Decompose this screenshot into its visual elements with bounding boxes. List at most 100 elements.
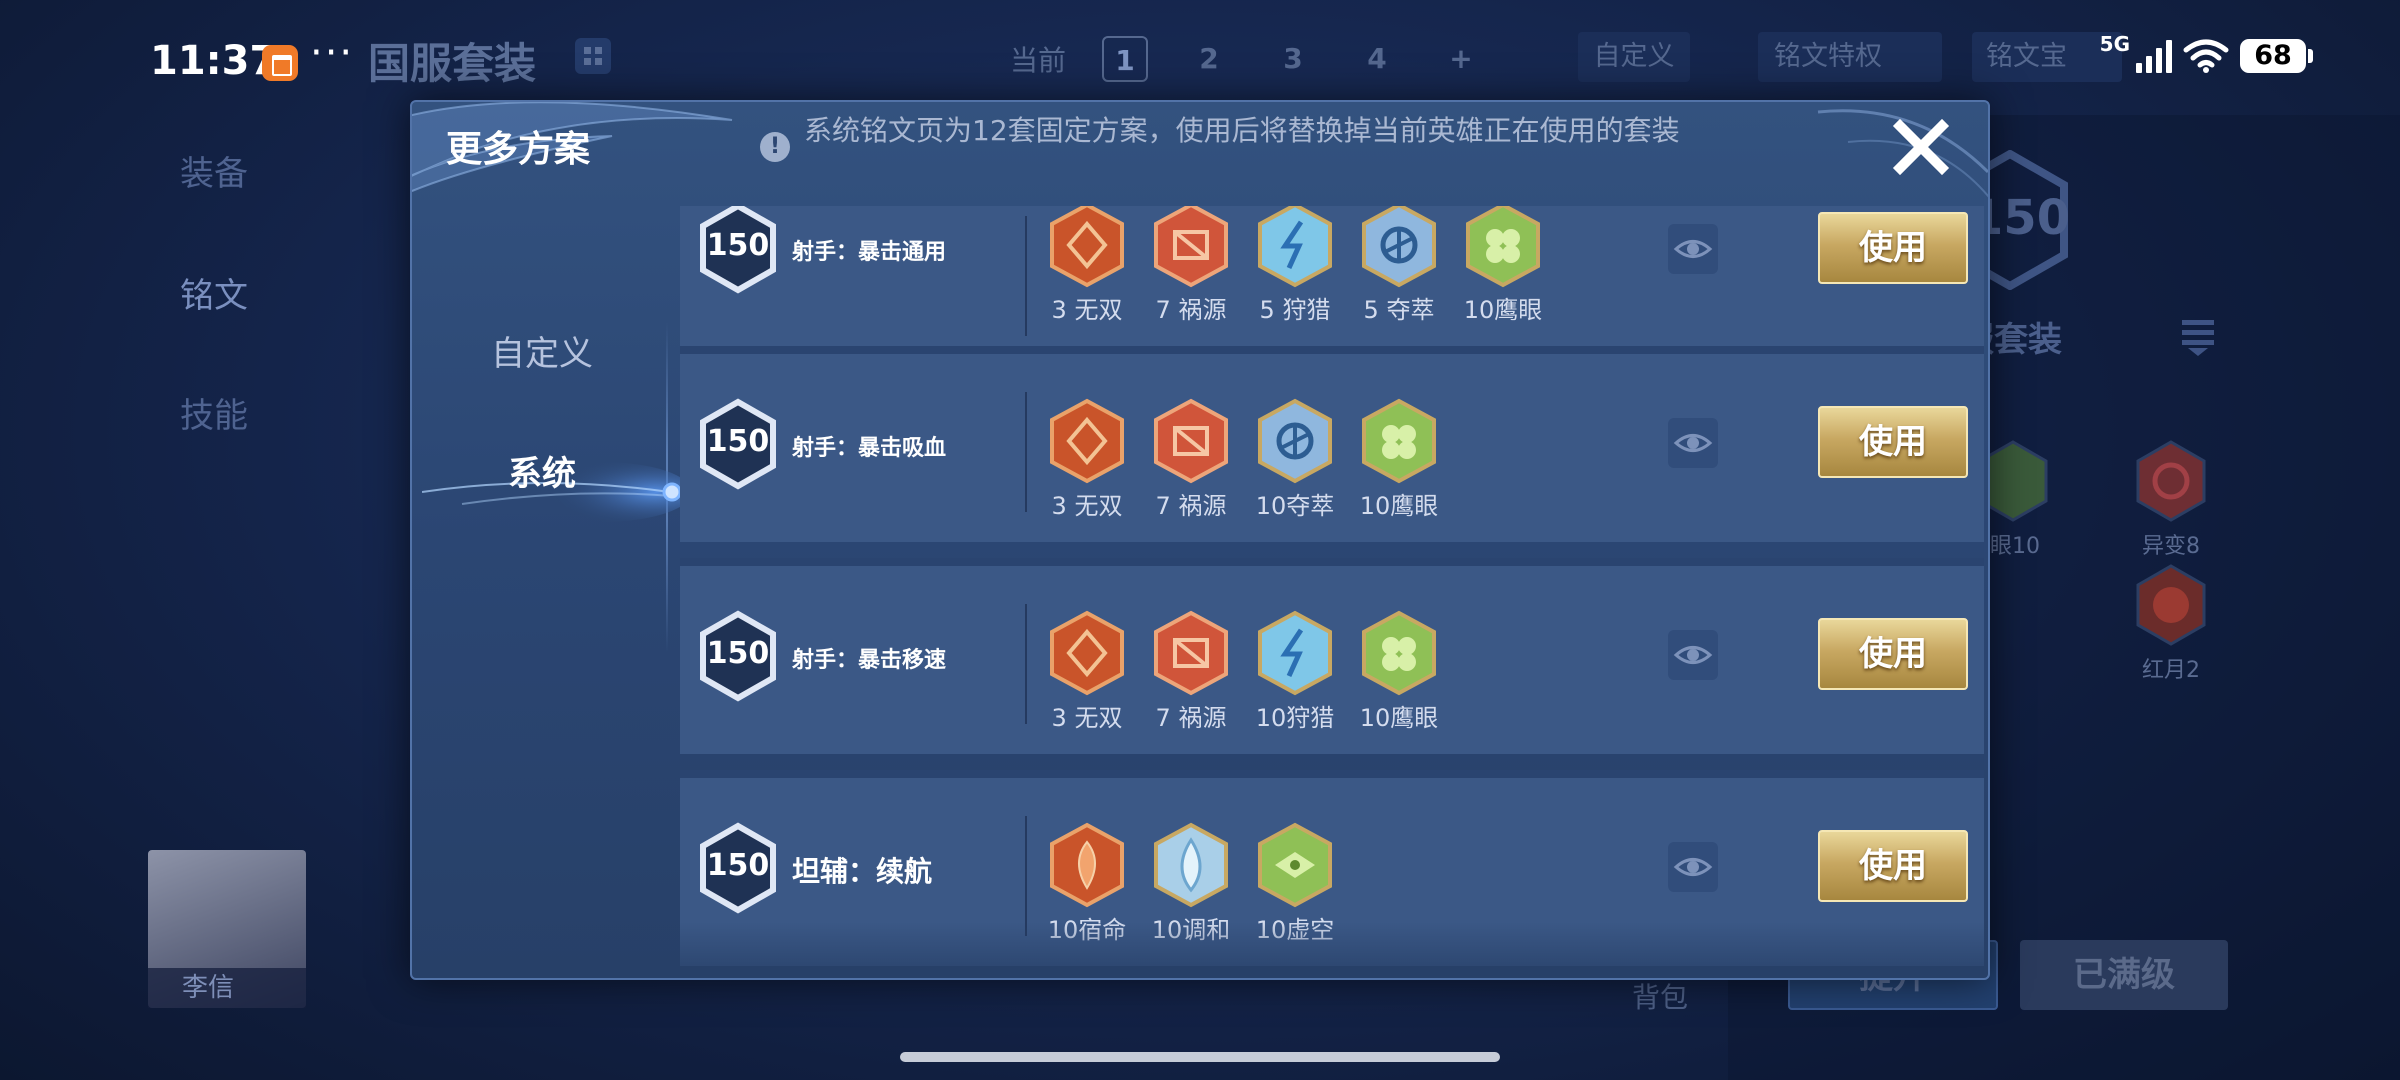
rune-item: 10鹰眼 [1451, 206, 1555, 325]
rune-item: 7 祸源 [1139, 206, 1243, 325]
rune-suming-icon [1050, 822, 1124, 908]
use-button[interactable]: 使用 [1818, 830, 1968, 902]
page-1-button[interactable]: 1 [1102, 36, 1149, 82]
nav-skills[interactable]: 技能 [180, 388, 248, 437]
rune-item: 3 无双 [1035, 398, 1139, 521]
rune-label: 10鹰眼 [1359, 492, 1439, 520]
rune-tiaohe-icon [1154, 822, 1228, 908]
preview-eye-icon[interactable] [1668, 418, 1718, 468]
tab-system[interactable]: 系统 [412, 446, 672, 495]
rune-label: 7 祸源 [1155, 296, 1227, 324]
rune-wushuang-icon [1050, 206, 1124, 288]
page-4-button[interactable]: 4 [1354, 36, 1400, 82]
page-3-button[interactable]: 3 [1270, 36, 1316, 82]
rune-label: 5 狩猎 [1259, 296, 1331, 324]
rune-item: 10鹰眼 [1347, 398, 1451, 521]
rune-label: 3 无双 [1051, 492, 1123, 520]
custom-button[interactable]: 自定义 [1578, 32, 1690, 82]
rune-list: 3 无双 7 祸源 10夺萃 10鹰眼 [1035, 398, 1451, 521]
rune-privilege-button[interactable]: 铭文特权 [1758, 32, 1942, 82]
rune-wushuang-icon [1050, 398, 1124, 484]
home-indicator[interactable] [900, 1052, 1500, 1062]
rune-item: 10夺萃 [1243, 398, 1347, 521]
rune-yingyan-icon [1466, 206, 1540, 288]
rune-huoyuan-icon [1154, 610, 1228, 696]
rune-item: 7 祸源 [1139, 610, 1243, 733]
rune-label: 10夺萃 [1255, 492, 1335, 520]
preview-eye-icon[interactable] [1668, 842, 1718, 892]
page-2-button[interactable]: 2 [1186, 36, 1232, 82]
rune-item: 10鹰眼 [1347, 610, 1451, 733]
rune-label: 眼10 [1990, 534, 2040, 559]
app-notification-icon [262, 45, 298, 81]
rune-list: 3 无双 7 祸源 10狩猎 10鹰眼 [1035, 610, 1451, 733]
more-schemes-dialog: 更多方案 ! 系统铭文页为12套固定方案，使用后将替换掉当前英雄正在使用的套装 … [410, 100, 1990, 980]
preview-eye-icon[interactable] [1668, 224, 1718, 274]
preview-eye-icon[interactable] [1668, 630, 1718, 680]
row-divider [1025, 392, 1027, 512]
scheme-tabs: 自定义 系统 [412, 202, 684, 978]
signal-icon [2136, 39, 2172, 73]
rune-item: 5 狩猎 [1243, 206, 1347, 325]
status-icons: 5G 68 [2100, 32, 2313, 74]
scheme-row: 150 射手：暴击通用 3 无双 7 祸源 5 狩猎 5 夺萃 10鹰眼 使用 [680, 206, 1984, 346]
add-page-button[interactable]: + [1438, 36, 1484, 82]
rune-wushuang-icon [1050, 610, 1124, 696]
rune-yingyan-icon [1362, 398, 1436, 484]
notice-text: 系统铭文页为12套固定方案，使用后将替换掉当前英雄正在使用的套装 [804, 114, 1680, 147]
rune-item: 10狩猎 [1243, 610, 1347, 733]
rune-yingyan-icon [1362, 610, 1436, 696]
rune-list: 3 无双 7 祸源 5 狩猎 5 夺萃 10鹰眼 [1035, 206, 1555, 325]
row-divider [1025, 816, 1027, 936]
box-label: 铭文宝 [1986, 41, 2067, 72]
bag-label[interactable]: 背包 [1632, 976, 1688, 1016]
network-type: 5G [2099, 32, 2130, 56]
close-icon[interactable] [1890, 116, 1952, 178]
scheme-level: 150 [706, 424, 770, 459]
scheme-list[interactable]: 150 射手：暴击通用 3 无双 7 祸源 5 狩猎 5 夺萃 10鹰眼 使用 … [680, 206, 1984, 978]
wifi-icon [2183, 39, 2229, 73]
rune-shoulie-icon [1258, 610, 1332, 696]
row-divider [1025, 216, 1027, 336]
use-button[interactable]: 使用 [1818, 618, 1968, 690]
rune-label: 异变8 [2142, 534, 2200, 559]
scheme-row: 150 射手：暴击吸血 3 无双 7 祸源 10夺萃 10鹰眼 使用 [680, 346, 1984, 542]
dialog-title: 更多方案 [446, 129, 591, 170]
menu-icon[interactable] [2180, 316, 2216, 356]
rune-huoyuan-icon [1154, 206, 1228, 288]
rune-item: 7 祸源 [1139, 398, 1243, 521]
scroll-fade [680, 922, 1984, 978]
row-divider [1025, 604, 1027, 724]
nav-equipment[interactable]: 装备 [180, 146, 248, 195]
rune-duocui-icon [1258, 398, 1332, 484]
tab-custom[interactable]: 自定义 [412, 326, 672, 375]
scheme-row: 150 射手：暴击移速 3 无双 7 祸源 10狩猎 10鹰眼 使用 [680, 558, 1984, 754]
more-dots: ··· [310, 30, 355, 76]
rune-item: 3 无双 [1035, 610, 1139, 733]
scheme-name: 射手：暴击移速 [792, 648, 947, 673]
nav-runes[interactable]: 铭文 [180, 268, 248, 317]
scheme-level: 150 [706, 228, 770, 263]
current-label: 当前 [1010, 44, 1067, 77]
rune-label: 红月2 [2142, 658, 2200, 683]
rune-label: 10狩猎 [1255, 704, 1335, 732]
scheme-level: 150 [706, 636, 770, 671]
rune-xukong-icon [1258, 822, 1332, 908]
hero-name: 李信 [148, 968, 306, 1008]
scheme-level: 150 [706, 848, 770, 883]
rune-item: 5 夺萃 [1347, 206, 1451, 325]
privilege-label: 铭文特权 [1774, 41, 1882, 72]
rune-label: 7 祸源 [1155, 704, 1227, 732]
rune-label: 10鹰眼 [1463, 296, 1543, 324]
use-button[interactable]: 使用 [1818, 212, 1968, 284]
rune-label: 5 夺萃 [1363, 296, 1435, 324]
rune-label: 3 无双 [1051, 296, 1123, 324]
rune-label: 10鹰眼 [1359, 704, 1439, 732]
rune-huoyuan-icon [1154, 398, 1228, 484]
set-title: 国服套装 [368, 39, 537, 88]
rune-label: 7 祸源 [1155, 492, 1227, 520]
info-icon: ! [760, 132, 790, 162]
use-button[interactable]: 使用 [1818, 406, 1968, 478]
max-level-button[interactable]: 已满级 [2020, 940, 2228, 1010]
grid-icon[interactable] [575, 38, 611, 74]
